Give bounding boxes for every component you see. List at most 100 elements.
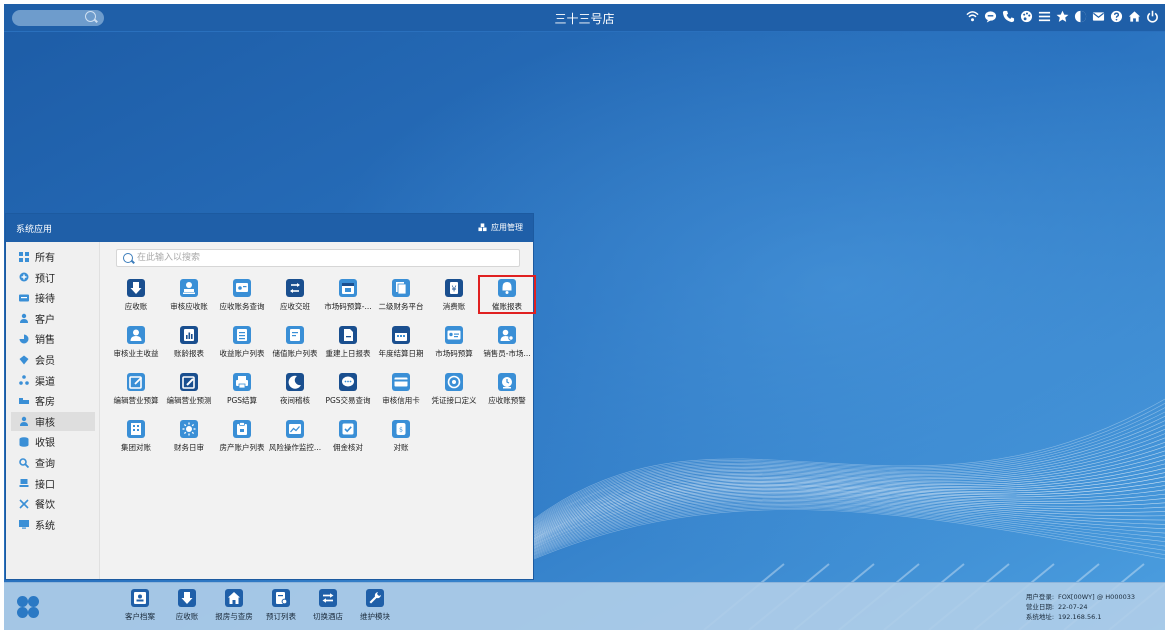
monitor-icon: [19, 520, 29, 529]
bed-icon: [19, 397, 29, 404]
app-tile[interactable]: 应收账: [109, 279, 163, 321]
mail-icon[interactable]: [1092, 10, 1105, 23]
system-address-value: 192.168.56.1: [1058, 613, 1102, 621]
app-tile[interactable]: 审核业主收益: [109, 326, 163, 368]
sidebar-item-6[interactable]: 渠道: [11, 371, 95, 390]
app-tile[interactable]: 编辑营业预测: [162, 373, 216, 415]
id-card-icon: [445, 326, 463, 344]
utensils-icon: [19, 499, 29, 509]
app-tile[interactable]: 应收账预警: [480, 373, 534, 415]
app-tile[interactable]: 储值账户列表: [268, 326, 322, 368]
dock-item[interactable]: 应收账: [160, 589, 214, 627]
download-icon: [127, 279, 145, 297]
app-tile-label: 审核业主收益: [113, 349, 159, 358]
app-tile[interactable]: $ 对账: [374, 420, 428, 462]
sidebar-item-label: 接待: [35, 294, 55, 306]
svg-text:¥: ¥: [451, 285, 456, 294]
user-check-icon: [20, 417, 28, 427]
sidebar-item-0[interactable]: 所有: [11, 247, 95, 266]
power-icon[interactable]: [1146, 10, 1159, 23]
dock-item[interactable]: 维护模块: [348, 589, 402, 627]
app-tile-label: 风险操作监控...: [268, 443, 322, 452]
app-tile-label: 二级财务平台: [378, 302, 424, 311]
sidebar-item-11[interactable]: 接口: [11, 474, 95, 493]
app-tile[interactable]: 销售员-市场...: [480, 326, 534, 368]
app-tile[interactable]: 收益账户列表: [215, 326, 269, 368]
house-icon: [225, 589, 243, 607]
app-tile[interactable]: PGS结算: [215, 373, 269, 415]
chat-bubble-icon[interactable]: [984, 10, 997, 23]
app-tile-label: 编辑营业预测: [166, 396, 212, 405]
app-tile[interactable]: 集团对账: [109, 420, 163, 462]
app-tile-label: 财务日审: [174, 443, 204, 452]
app-tile[interactable]: 夜间稽核: [268, 373, 322, 415]
sidebar-item-10[interactable]: 查询: [11, 453, 95, 472]
app-tile[interactable]: 佣金核对: [321, 420, 375, 462]
app-tile[interactable]: 凭证接口定义: [427, 373, 481, 415]
app-tile-label: 应收账预警: [488, 396, 526, 405]
dock-item[interactable]: 报房与查房: [207, 589, 261, 627]
app-tile[interactable]: 年度结算日期: [374, 326, 428, 368]
dock-item[interactable]: 切换酒店: [301, 589, 355, 627]
contrast-icon[interactable]: [1074, 10, 1087, 23]
home-icon[interactable]: [1128, 10, 1141, 23]
star-icon[interactable]: [1056, 10, 1069, 23]
app-tile-label: 市场码预算-...: [324, 302, 372, 311]
sidebar-item-8[interactable]: 审核: [11, 411, 95, 431]
app-tile[interactable]: 催账报表: [478, 275, 536, 314]
sidebar-item-12[interactable]: 餐饮: [11, 494, 95, 513]
user-login-value: FOX[00WY] @ H000033: [1058, 593, 1135, 601]
app-tile-label: 审核信用卡: [382, 396, 420, 405]
sidebar-item-7[interactable]: 客房: [11, 391, 95, 410]
app-tile[interactable]: 账龄报表: [162, 326, 216, 368]
clipboard-icon: [233, 420, 251, 438]
app-tile[interactable]: 风险操作监控...: [268, 420, 322, 462]
app-tile[interactable]: 市场码预算: [427, 326, 481, 368]
app-tile[interactable]: ¥ 消费账: [427, 279, 481, 321]
sidebar-item-1[interactable]: 预订: [11, 268, 95, 287]
app-tile[interactable]: 编辑营业预算: [109, 373, 163, 415]
wifi-icon[interactable]: [966, 10, 979, 23]
dock-item[interactable]: 客户档案: [113, 589, 167, 627]
app-tile[interactable]: 市场码预算-...: [321, 279, 375, 321]
app-tile[interactable]: 应收交班: [268, 279, 322, 321]
app-tile[interactable]: 房产账户列表: [215, 420, 269, 462]
sidebar-item-13[interactable]: 系统: [11, 515, 95, 534]
window-header: 系统应用 应用管理: [6, 214, 533, 242]
app-manage-button[interactable]: 应用管理: [478, 222, 523, 233]
app-tile[interactable]: 重建上日报表: [321, 326, 375, 368]
menu-icon[interactable]: [1038, 10, 1051, 23]
app-tile[interactable]: 二级财务平台: [374, 279, 428, 321]
sidebar-item-9[interactable]: 收银: [11, 432, 95, 451]
app-tile-label: 集团对账: [121, 443, 151, 452]
app-tile[interactable]: 财务日审: [162, 420, 216, 462]
app-tile-label: 房产账户列表: [219, 443, 265, 452]
help-icon[interactable]: [1110, 10, 1123, 23]
start-menu-icon[interactable]: [14, 593, 42, 621]
sidebar-item-5[interactable]: 会员: [11, 350, 95, 369]
chart-doc-icon: [180, 326, 198, 344]
building-icon: [127, 420, 145, 438]
sidebar-item-3[interactable]: 客户: [11, 309, 95, 328]
palette-icon[interactable]: [1020, 10, 1033, 23]
sidebar-item-2[interactable]: 接待: [11, 288, 95, 307]
app-tile-label: 收益账户列表: [219, 349, 265, 358]
top-bar: 三十三号店: [4, 4, 1165, 32]
app-tile[interactable]: 审核应收账: [162, 279, 216, 321]
app-tile[interactable]: 应收账务查询: [215, 279, 269, 321]
apps-panel: 应收账 审核应收账 应收账务查询 应收交班 市场码预算-... 二级财务平台 ¥ 消费账 催账报…: [101, 242, 536, 579]
app-tile-label: 消费账: [442, 302, 466, 311]
dock-item[interactable]: 预订列表: [254, 589, 308, 627]
system-info: 用户登录: FOX[00WY] @ H000033 营业日期: 22-07-24 系…: [1026, 592, 1135, 622]
app-tile[interactable]: 审核信用卡: [374, 373, 428, 415]
app-tile-label: 审核应收账: [170, 302, 208, 311]
app-search-input[interactable]: [137, 251, 507, 265]
printer-icon: [233, 373, 251, 391]
chat-dots-icon: [339, 373, 357, 391]
app-tile[interactable]: PGS交易查询: [321, 373, 375, 415]
phone-icon[interactable]: [1002, 10, 1015, 23]
business-date-value: 22-07-24: [1058, 603, 1088, 611]
sidebar-item-4[interactable]: 销售: [11, 329, 95, 348]
app-tile-label: 佣金核对: [333, 443, 363, 452]
list-doc-icon: [286, 326, 304, 344]
